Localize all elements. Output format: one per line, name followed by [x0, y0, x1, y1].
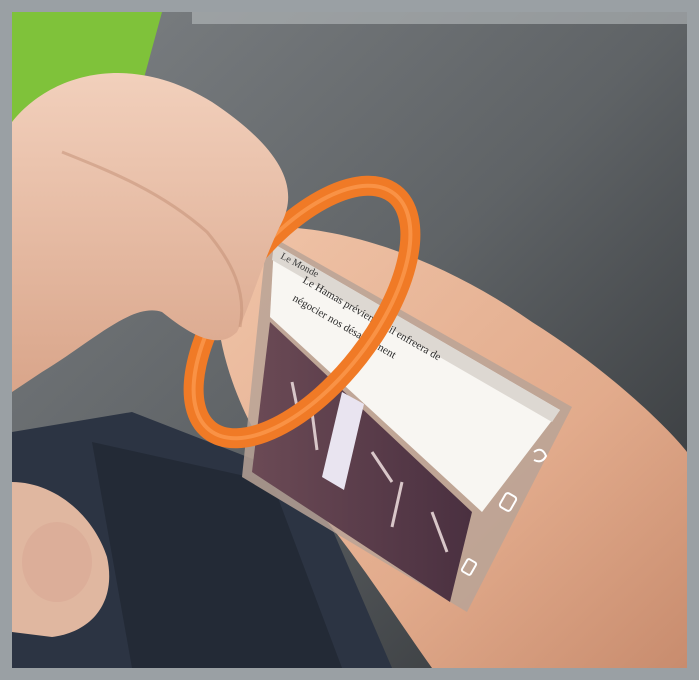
- photo-scene: Le Monde Le Hamas prévient qu'il enfreer…: [12, 12, 687, 668]
- photo-frame: Le Monde Le Hamas prévient qu'il enfreer…: [0, 0, 699, 680]
